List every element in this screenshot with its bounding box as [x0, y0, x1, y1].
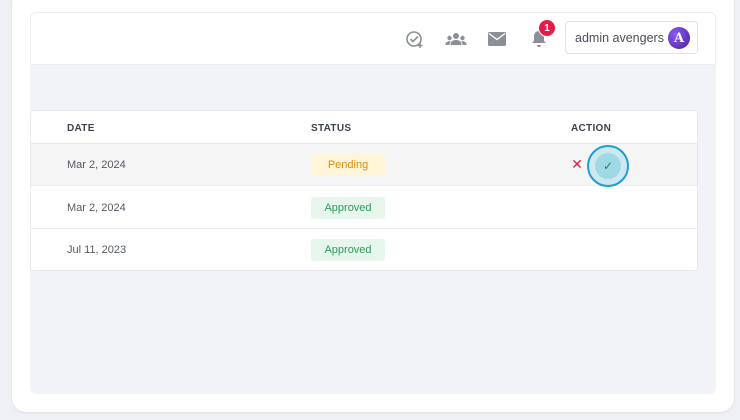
approve-button[interactable]: ✓ — [587, 145, 629, 187]
column-header-date: DATE — [67, 123, 95, 134]
table-header: DATE STATUS ACTION — [31, 111, 697, 144]
task-check-icon[interactable] — [403, 27, 427, 51]
table-row: Mar 2, 2024 Pending ✕ ✓ — [31, 144, 697, 187]
notification-badge: 1 — [538, 19, 556, 37]
status-badge: Approved — [311, 239, 385, 261]
mail-icon[interactable] — [485, 27, 509, 51]
check-icon: ✓ — [595, 153, 621, 179]
reject-button[interactable]: ✕ — [569, 156, 585, 172]
user-menu-button[interactable]: admin avengers A — [565, 21, 698, 54]
status-badge: Approved — [311, 197, 385, 219]
column-header-action: ACTION — [571, 123, 612, 134]
date-cell: Mar 2, 2024 — [67, 202, 126, 214]
table-row: Mar 2, 2024 Approved — [31, 187, 697, 229]
date-cell: Jul 11, 2023 — [67, 244, 127, 256]
user-name: admin avengers — [575, 30, 664, 45]
table-row: Jul 11, 2023 Approved — [31, 229, 697, 270]
avatar: A — [668, 27, 690, 49]
team-icon[interactable] — [444, 27, 468, 51]
date-cell: Mar 2, 2024 — [67, 159, 126, 171]
status-badge: Pending — [311, 154, 385, 176]
requests-table: DATE STATUS ACTION Mar 2, 2024 Pending ✕… — [30, 110, 698, 271]
column-header-status: STATUS — [311, 123, 352, 134]
